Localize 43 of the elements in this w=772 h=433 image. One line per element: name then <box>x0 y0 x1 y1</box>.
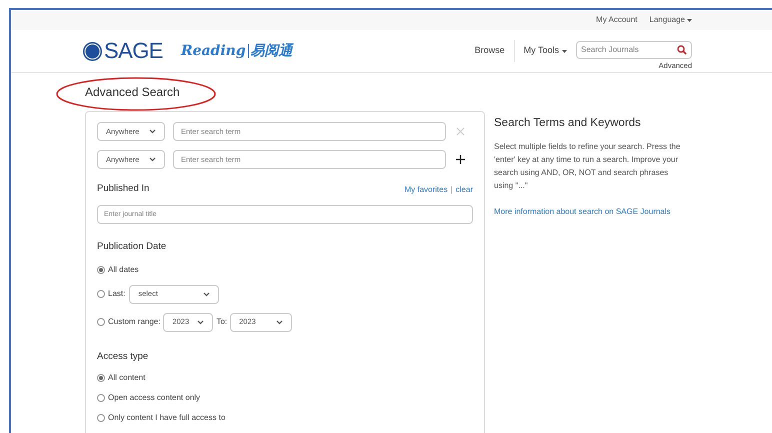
account-link[interactable]: My Account <box>596 14 638 26</box>
help-heading: Search Terms and Keywords <box>494 116 642 131</box>
caret-icon <box>562 50 567 52</box>
option-label: All content <box>108 372 146 384</box>
help-text: Select multiple fields to refine your search. Press the 'enter' key at any time to run a search. Improve your search using AND, OR, NOT and search phrases using "..." <box>494 141 682 192</box>
option-label: Only content I have full access to <box>108 412 226 424</box>
add-icon[interactable] <box>456 155 465 164</box>
language-dropdown[interactable]: Language <box>649 14 692 26</box>
caret-icon <box>687 18 692 22</box>
range-label: To: <box>216 316 228 328</box>
section-heading: Publication Date <box>97 240 168 254</box>
radio-button[interactable] <box>97 394 105 402</box>
option-label: All dates <box>108 264 139 276</box>
radio-button[interactable] <box>97 374 105 382</box>
page-title: Advanced Search <box>85 84 180 101</box>
section-heading: Published In <box>97 182 150 196</box>
option-label: Custom range: <box>108 316 160 328</box>
option-label: Last: <box>108 288 126 300</box>
search-icon[interactable] <box>677 44 687 55</box>
caret-icon <box>149 129 156 134</box>
search-field[interactable]: Search Journals <box>576 40 692 59</box>
link-separator: | <box>450 184 453 196</box>
partner-logo-text: 易阅通 <box>250 42 293 60</box>
browse-link[interactable]: Browse <box>466 40 514 62</box>
radio-button[interactable] <box>97 318 105 326</box>
tools-menu[interactable]: My Tools <box>514 40 576 62</box>
clear-link[interactable]: clear <box>456 184 473 196</box>
logo-divider <box>248 44 249 58</box>
help-link[interactable]: More information about search on SAGE Journals <box>494 207 671 216</box>
caret-icon <box>149 157 156 162</box>
caret-icon <box>197 320 204 324</box>
caret-icon <box>203 292 210 296</box>
close-icon[interactable] <box>456 127 465 136</box>
logo-text: SAGE <box>104 40 163 62</box>
radio-button[interactable] <box>97 266 105 274</box>
radio-button[interactable] <box>97 414 105 422</box>
caret-icon <box>276 320 284 324</box>
favorites-link[interactable]: My favorites <box>404 184 448 196</box>
radio-button[interactable] <box>97 290 105 298</box>
logo-icon <box>82 40 103 62</box>
partner-logo-text: Reading <box>180 42 246 60</box>
section-heading: Access type <box>97 350 150 364</box>
option-label: Open access content only <box>108 392 200 404</box>
